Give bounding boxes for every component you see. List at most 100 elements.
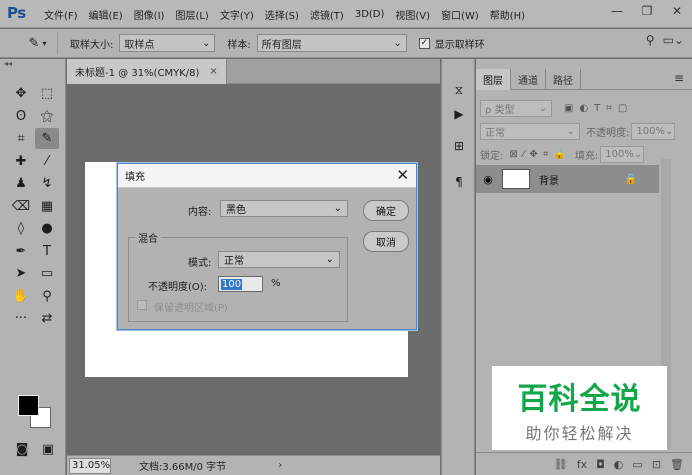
menu-layer[interactable]: 图层(L) [175,7,208,22]
menu-filter[interactable]: 滤镜(T) [310,7,344,22]
tab-channels[interactable]: 通道 [511,69,546,90]
search-icon[interactable]: ⚲ [646,33,655,47]
minimize-button[interactable]: — [602,0,632,22]
stamp-tool-icon[interactable]: ♟ [9,173,33,194]
menu-window[interactable]: 窗口(W) [441,7,479,22]
dodge-tool-icon[interactable]: ● [35,218,59,239]
history-brush-tool-icon[interactable]: ↯ [35,173,59,194]
rectangle-tool-icon[interactable]: ▭ [35,263,59,284]
opacity-label: 不透明度: [586,127,630,139]
more-tools-icon[interactable]: ··· [9,308,33,329]
chevron-down-icon: ⌄ [664,125,674,137]
mode-label: 模式: [188,258,212,269]
mode-select[interactable]: 正常 ⌄ [218,251,340,268]
crop-tool-icon[interactable]: ⌗ [9,128,33,149]
menu-type[interactable]: 文字(Y) [220,7,254,22]
opacity-field[interactable]: 100% ⌄ [631,122,676,140]
swap-colors-icon[interactable]: ⇄ [35,308,59,329]
menu-help[interactable]: 帮助(H) [490,7,525,22]
move-tool-icon[interactable]: ✥ [9,83,33,104]
panel-grip[interactable]: ◂◂ [0,59,65,69]
marquee-tool-icon[interactable]: ⬚ [35,83,59,104]
options-bar: ✎ ▾ 取样大小: 取样点 ⌄ 样本: 所有图层 ⌄ ✓ 显示取样环 ⚲ ▭⌄ [0,29,692,58]
screen-mode-icon[interactable]: ▣ [36,439,60,460]
percent-unit: % [271,278,281,289]
zoom-tool-icon[interactable]: ⚲ [35,286,59,307]
layer-filter-select[interactable]: ρ 类型 ⌄ [480,99,552,117]
blending-group-label: 混合 [135,230,161,245]
layer-row-background[interactable]: ◉ 背景 🔒 [476,165,659,193]
dialog-title: 填充 [125,172,145,183]
document-tab[interactable]: 未标题-1 @ 31%(CMYK/8) × [67,59,227,84]
fill-field[interactable]: 100% ⌄ [600,145,645,163]
document-info: 文档:3.66M/0 字节 [139,462,227,473]
dialog-close-icon[interactable]: ✕ [396,166,409,184]
main-menu: 文件(F) 编辑(E) 图像(I) 图层(L) 文字(Y) 选择(S) 滤镜(T… [44,0,536,28]
fill-label: 填充: [574,150,599,162]
show-ring-checkbox[interactable]: ✓ [418,37,430,49]
sample-select[interactable]: 所有图层 ⌄ [256,34,407,52]
new-layer-icon[interactable]: ⊡ [652,458,661,471]
eyedropper-tool-icon[interactable]: ✎ [35,128,59,149]
status-menu-arrow[interactable]: › [278,460,282,471]
lock-icons[interactable]: ⊠⁄✥⌗🔒 [509,149,571,160]
layer-name: 背景 [539,175,559,187]
content-select[interactable]: 黑色 ⌄ [220,200,348,217]
opacity-input[interactable]: 100 [218,276,263,292]
paragraph-panel-icon[interactable]: ¶ [450,173,468,191]
menu-edit[interactable]: 编辑(E) [89,7,123,22]
menu-select[interactable]: 选择(S) [265,7,299,22]
menu-view[interactable]: 视图(V) [395,7,430,22]
menu-3d[interactable]: 3D(D) [355,9,385,20]
fx-icon[interactable]: fx [577,458,587,471]
tab-layers[interactable]: 图层 [476,69,511,90]
history-panel-icon[interactable]: ⧖ [450,81,468,99]
sample-size-select[interactable]: 取样点 ⌄ [119,34,216,52]
eye-icon[interactable]: ◉ [476,173,500,186]
healing-brush-tool-icon[interactable]: ✚ [9,151,33,172]
add-mask-icon[interactable]: ◘ [596,458,605,471]
tab-paths[interactable]: 路径 [546,69,581,90]
new-group-icon[interactable]: ▭ [632,458,642,471]
watermark-title: 百科全说 [517,382,642,417]
link-layers-icon[interactable]: ⛓ [554,458,568,471]
close-tab-icon[interactable]: × [209,66,217,77]
pen-tool-icon[interactable]: ✒ [9,241,33,262]
cancel-button[interactable]: 取消 [363,231,409,252]
hand-tool-icon[interactable]: ✋ [9,286,33,307]
opacity-label: 不透明度(O): [148,282,208,293]
close-window-button[interactable]: ✕ [662,0,692,22]
ok-button[interactable]: 确定 [363,200,409,221]
foreground-color-swatch[interactable] [18,395,39,416]
gradient-tool-icon[interactable]: ▦ [35,196,59,217]
trash-icon[interactable]: 🗑 [670,458,684,471]
lock-icon: 🔒 [624,173,637,185]
blur-tool-icon[interactable]: ◊ [9,218,33,239]
photoshop-logo: Ps [7,4,26,22]
document-tab-title: 未标题-1 @ 31%(CMYK/8) [75,68,200,79]
panel-menu-icon[interactable]: ≡ [674,71,684,85]
brush-tool-icon[interactable]: ⁄ [35,151,59,172]
preserve-transparency-checkbox[interactable] [137,300,147,310]
filter-icons[interactable]: ▣◐T⌗▢ [564,103,633,114]
properties-panel-icon[interactable]: ⊞ [450,137,468,155]
menu-image[interactable]: 图像(I) [134,7,165,22]
type-tool-icon[interactable]: T [35,241,59,262]
adjustment-layer-icon[interactable]: ◐ [614,458,624,471]
lasso-tool-icon[interactable]: ʘ [9,106,33,127]
actions-panel-icon[interactable]: ▶ [450,105,468,123]
preserve-transparency-label: 保留透明区域(P) [154,303,228,314]
restore-button[interactable]: ❐ [632,0,662,22]
quick-mask-icon[interactable]: ◙ [10,439,34,460]
zoom-field[interactable]: 31.05% [69,457,111,474]
dialog-titlebar[interactable]: 填充 [118,164,416,188]
blend-mode-select[interactable]: 正常 ⌄ [480,122,580,140]
menu-file[interactable]: 文件(F) [44,7,78,22]
layer-thumbnail [502,169,530,189]
path-select-tool-icon[interactable]: ➤ [9,263,33,284]
magic-wand-tool-icon[interactable]: ⚝ [35,106,59,127]
eraser-tool-icon[interactable]: ⌫ [9,196,33,217]
workspace-icon[interactable]: ▭⌄ [663,33,684,47]
chevron-down-icon: ⌄ [633,148,643,160]
tool-preset-picker[interactable]: ✎ ▾ [18,32,58,54]
